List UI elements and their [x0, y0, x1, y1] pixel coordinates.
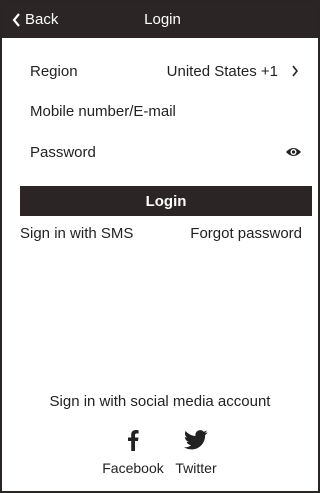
password-placeholder: Password [30, 144, 96, 161]
mobile-email-placeholder: Mobile number/E-mail [30, 103, 176, 120]
chevron-right-icon [292, 65, 299, 77]
sign-in-sms-link[interactable]: Sign in with SMS [20, 224, 133, 244]
twitter-label: Twitter [175, 460, 217, 476]
twitter-login-button[interactable]: Twitter [164, 426, 228, 476]
facebook-icon [128, 430, 139, 451]
region-value: United States +1 [166, 63, 278, 80]
forgot-password-link[interactable]: Forgot password [190, 224, 302, 244]
region-label: Region [30, 63, 78, 80]
facebook-login-button[interactable]: Facebook [101, 426, 165, 476]
login-screen: Back Login Region United States +1 Mobil… [0, 0, 320, 493]
region-selector[interactable]: Region United States +1 [30, 61, 302, 83]
header-bar: Back Login [2, 2, 318, 38]
mobile-email-field[interactable]: Mobile number/E-mail [30, 101, 302, 123]
page-title: Login [144, 11, 181, 28]
eye-icon[interactable] [285, 146, 302, 158]
login-button[interactable]: Login [20, 186, 312, 216]
social-login-title: Sign in with social media account [49, 393, 271, 410]
facebook-label: Facebook [102, 460, 164, 476]
password-field[interactable]: Password [30, 142, 302, 164]
twitter-icon [184, 430, 208, 450]
